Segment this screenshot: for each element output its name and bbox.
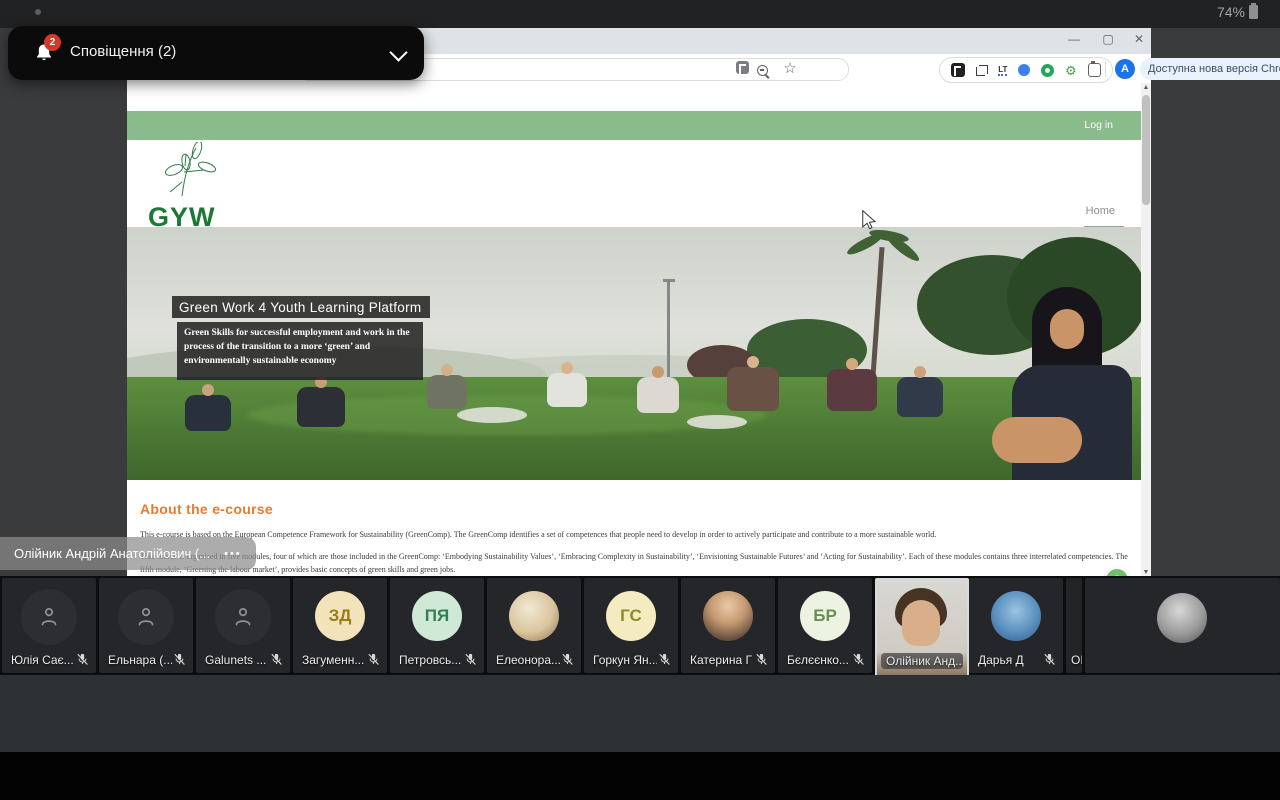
call-control-bar [0,675,1280,752]
about-heading: About the e-course [140,501,273,517]
notification-banner[interactable]: 2 Сповіщення (2) [8,26,424,80]
toolbar-divider [1105,61,1106,77]
hero-image: Green Work 4 Youth Learning Platform Gre… [127,227,1141,480]
participant-name: Горкун Ян... [593,652,657,667]
extensions-pill: LT ⚙ [939,57,1113,83]
maximize-button[interactable]: ▢ [1099,32,1117,46]
hero-subtitle: Green Skills for successful employment a… [177,322,423,380]
battery-status: 74% [1216,3,1258,20]
mic-muted-icon [659,653,670,666]
avatar-photo [703,591,753,641]
site-top-bar [127,111,1141,140]
translate-icon[interactable] [732,61,752,79]
participant-tile[interactable]: Елеонора... [487,578,581,673]
speaker-overlay: Олійник Андрій Анатолійович (... ••• [0,537,256,570]
clipboard-extension-icon[interactable] [1087,61,1101,77]
profile-avatar[interactable]: A [1115,59,1135,79]
participant-tile[interactable]: ПЯ Петровсь... [390,578,484,673]
shared-browser-window: — ▢ ✕ ☆ LT ⚙ A Доступна нова версія Chro… [127,28,1280,578]
participant-name: ОІ [1071,653,1082,667]
battery-icon [1249,3,1258,19]
android-nav-bar [0,752,1280,800]
blue-dot-extension-icon[interactable] [1018,64,1031,76]
person-icon [215,589,271,645]
person-icon [21,589,77,645]
tablet-screen: 74% — ▢ ✕ ☆ LT ⚙ A Доступна нова версія … [0,0,1280,800]
hero-foreground-person [972,287,1141,480]
scroll-down-icon[interactable]: ▼ [1141,569,1151,576]
logo-leaves-icon [164,142,217,197]
close-button[interactable]: ✕ [1130,32,1148,46]
participant-tile[interactable]: ЗД Загуменн... [293,578,387,673]
speaker-more-button[interactable]: ••• [224,548,242,560]
participant-tile[interactable]: БР Бєлєєнко... [778,578,872,673]
participant-name: Дарья Д [978,652,1024,667]
participant-name: Galunets ... [205,652,267,667]
dark-extension-icon[interactable] [951,63,966,77]
login-link[interactable]: Log in [1084,119,1113,131]
green-circle-extension-icon[interactable] [1041,63,1055,77]
participant-name: Олійник Анд... [881,653,963,669]
about-paragraph: This e-course is based on the European C… [140,530,937,539]
mic-muted-icon [77,653,88,666]
participant-name: Елеонора... [496,652,560,667]
scroll-up-icon[interactable]: ▲ [1141,84,1151,91]
avatar-initials: ГС [606,591,656,641]
mic-muted-icon [368,653,379,666]
crop-extension-icon[interactable] [976,64,988,76]
mic-muted-icon [174,653,185,666]
status-bar: 74% [0,0,1280,28]
avatar-photo [991,591,1041,641]
participant-tile[interactable]: Дарья Д [969,578,1063,673]
participant-tile[interactable]: ГС Горкун Ян... [584,578,678,673]
gear-extension-icon[interactable]: ⚙ [1065,64,1077,77]
nav-item-home[interactable]: Home [1086,205,1115,217]
zoom-icon[interactable] [757,62,768,81]
participant-name: Ельнара (... [108,652,172,667]
hero-title: Green Work 4 Youth Learning Platform [172,296,430,318]
participant-name: Катерина Г [690,652,752,667]
participant-name: Юлія Сає... [11,652,74,667]
status-indicator-dot [35,9,41,15]
participant-tile[interactable]: Катерина Г [681,578,775,673]
notification-title: Сповіщення (2) [70,43,177,60]
page-scrollbar[interactable]: ▲ ▼ [1141,83,1151,578]
mic-muted-icon [853,653,864,666]
scrollbar-thumb[interactable] [1142,95,1150,205]
mic-muted-icon [1044,653,1055,666]
participant-tile[interactable]: Ельнара (... [99,578,193,673]
participant-name: Загуменн... [302,652,365,667]
mic-muted-icon [562,653,573,666]
avatar-photo [1157,593,1207,643]
notification-badge: 2 [44,34,61,51]
chrome-update-label: Доступна нова версія Chrome [1148,63,1280,75]
minimize-button[interactable]: — [1065,32,1083,46]
participant-name: Петровсь... [399,652,462,667]
chevron-down-icon[interactable] [389,43,408,62]
participant-tile[interactable] [1085,578,1280,673]
languagetool-extension-icon[interactable]: LT [998,65,1008,76]
avatar-photo [509,591,559,641]
participant-tile[interactable]: Юлія Сає... [2,578,96,673]
about-paragraph: This course is organised in five modules… [140,552,1128,574]
participant-tile-partial[interactable]: ОІ [1066,578,1082,673]
avatar-initials: ЗД [315,591,365,641]
gyw-logo[interactable]: GYW [140,142,250,231]
webpage: Log in GYW Home Green Work 4 Youth Learn… [127,83,1141,578]
avatar-initials: БР [800,591,850,641]
participant-strip[interactable]: Юлія Сає... Ельнара (... Galunets ... ЗД… [0,576,1280,677]
participant-tile[interactable]: Galunets ... [196,578,290,673]
battery-percentage: 74% [1216,4,1245,20]
bookmark-star-icon[interactable]: ☆ [780,60,800,78]
person-icon [118,589,174,645]
speaker-name: Олійник Андрій Анатолійович (... [14,546,211,561]
participant-tile-active-video[interactable]: Олійник Анд... [875,578,969,677]
chrome-update-chip[interactable]: Доступна нова версія Chrome ⋮ [1140,58,1280,80]
participant-name: Бєлєєнко... [787,652,849,667]
mic-muted-icon [271,653,282,666]
avatar-initials: ПЯ [412,591,462,641]
mic-muted-icon [465,653,476,666]
mic-muted-icon [756,653,767,666]
mouse-cursor [862,210,876,230]
